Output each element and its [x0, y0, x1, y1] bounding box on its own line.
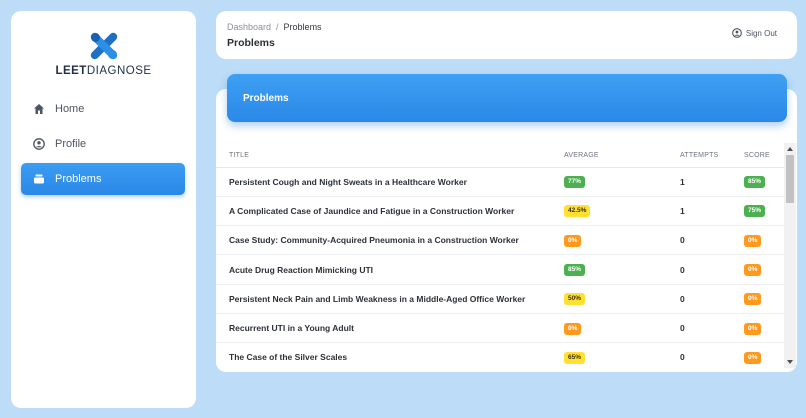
average-badge: 42.5%	[564, 205, 591, 218]
table-row[interactable]: A Complicated Case of Jaundice and Fatig…	[216, 196, 784, 227]
average-badge: 77%	[564, 176, 586, 189]
problem-title[interactable]: Case Study: Community-Acquired Pneumonia…	[216, 225, 564, 256]
scrollbar-thumb[interactable]	[786, 155, 794, 203]
score-cell: 75%	[744, 196, 784, 227]
table-scrollbar[interactable]	[784, 143, 796, 368]
brand-name-bold: LEET	[55, 65, 87, 77]
scroll-up-icon[interactable]	[787, 147, 793, 151]
score-badge: 0%	[744, 264, 762, 277]
average-cell: 0%	[564, 225, 680, 256]
average-cell: 0%	[564, 313, 680, 344]
score-cell: 0%	[744, 342, 784, 369]
score-badge: 0%	[744, 322, 762, 335]
attempts-cell: 1	[680, 196, 744, 227]
table-row[interactable]: Persistent Neck Pain and Limb Weakness i…	[216, 284, 784, 314]
brand-name-light: DIAGNOSE	[86, 65, 152, 77]
breadcrumb-dashboard[interactable]: Dashboard	[227, 22, 271, 32]
sidebar-item-label: Home	[55, 103, 85, 115]
breadcrumb-separator: /	[276, 22, 279, 32]
card-header: Problems	[227, 74, 787, 122]
card-title: Problems	[243, 92, 289, 104]
attempts-cell: 0	[680, 284, 744, 314]
logo-icon	[90, 32, 117, 60]
breadcrumb: Dashboard / Problems	[227, 22, 322, 32]
average-cell: 50%	[564, 284, 680, 314]
average-badge: 0%	[564, 322, 582, 335]
score-cell: 0%	[744, 225, 784, 256]
table-row[interactable]: Recurrent UTI in a Young Adult 0% 0 0%	[216, 313, 784, 344]
table-row[interactable]: Case Study: Community-Acquired Pneumonia…	[216, 225, 784, 256]
sidebar-item-home[interactable]: Home	[21, 93, 185, 125]
sidebar-item-label: Profile	[55, 138, 87, 150]
average-cell: 85%	[564, 254, 680, 285]
attempts-cell: 0	[680, 254, 744, 285]
problem-title[interactable]: Persistent Cough and Night Sweats in a H…	[216, 167, 564, 197]
scroll-down-icon[interactable]	[787, 360, 793, 364]
average-badge: 65%	[564, 351, 586, 364]
problems-card: TITLE AVERAGE ATTEMPTS SCORE Persistent …	[216, 89, 797, 372]
sidebar: LEETDIAGNOSE Home Profile Problems	[11, 11, 196, 408]
sidebar-nav: Home Profile Problems	[21, 93, 185, 198]
column-header-attempts[interactable]: ATTEMPTS	[680, 145, 744, 168]
column-header-score[interactable]: SCORE	[744, 145, 784, 168]
breadcrumb-current: Problems	[283, 22, 322, 32]
score-cell: 0%	[744, 313, 784, 344]
average-badge: 85%	[564, 264, 586, 277]
average-cell: 77%	[564, 167, 680, 197]
column-header-title[interactable]: TITLE	[216, 145, 564, 168]
score-cell: 0%	[744, 254, 784, 285]
average-cell: 65%	[564, 342, 680, 369]
home-icon	[32, 103, 45, 116]
score-badge: 0%	[744, 351, 762, 364]
average-badge: 0%	[564, 234, 582, 247]
problems-table-container[interactable]: TITLE AVERAGE ATTEMPTS SCORE Persistent …	[216, 145, 784, 369]
attempts-cell: 0	[680, 225, 744, 256]
average-cell: 42.5%	[564, 196, 680, 227]
user-circle-icon	[32, 138, 45, 151]
score-badge: 0%	[744, 293, 762, 306]
problem-title[interactable]: A Complicated Case of Jaundice and Fatig…	[216, 196, 564, 227]
score-badge: 75%	[744, 205, 766, 218]
column-header-average[interactable]: AVERAGE	[564, 145, 680, 168]
sidebar-item-profile[interactable]: Profile	[21, 128, 185, 160]
score-badge: 0%	[744, 234, 762, 247]
score-cell: 85%	[744, 167, 784, 197]
table-row[interactable]: Acute Drug Reaction Mimicking UTI 85% 0 0%	[216, 254, 784, 285]
brand-name: LEETDIAGNOSE	[11, 65, 196, 77]
page-title: Problems	[227, 37, 275, 49]
problem-title[interactable]: The Case of the Silver Scales	[216, 342, 564, 369]
score-cell: 0%	[744, 284, 784, 314]
layers-icon	[32, 173, 45, 186]
problem-title[interactable]: Persistent Neck Pain and Limb Weakness i…	[216, 284, 564, 314]
logo[interactable]: LEETDIAGNOSE	[11, 31, 196, 77]
average-badge: 50%	[564, 293, 586, 306]
problem-title[interactable]: Acute Drug Reaction Mimicking UTI	[216, 254, 564, 285]
attempts-cell: 0	[680, 313, 744, 344]
score-badge: 85%	[744, 176, 766, 189]
sign-out-label: Sign Out	[745, 28, 777, 38]
sign-out-button[interactable]: Sign Out	[731, 28, 777, 38]
table-row[interactable]: Persistent Cough and Night Sweats in a H…	[216, 167, 784, 197]
attempts-cell: 0	[680, 342, 744, 369]
top-bar: Dashboard / Problems Problems Sign Out	[216, 11, 797, 59]
sidebar-item-problems[interactable]: Problems	[21, 163, 185, 195]
attempts-cell: 1	[680, 167, 744, 197]
table-row[interactable]: The Case of the Silver Scales 65% 0 0%	[216, 342, 784, 369]
problem-title[interactable]: Recurrent UTI in a Young Adult	[216, 313, 564, 344]
user-circle-icon	[731, 28, 742, 38]
sidebar-item-label: Problems	[55, 173, 102, 185]
problems-table: TITLE AVERAGE ATTEMPTS SCORE Persistent …	[216, 145, 784, 369]
table-header-row: TITLE AVERAGE ATTEMPTS SCORE	[216, 145, 784, 168]
